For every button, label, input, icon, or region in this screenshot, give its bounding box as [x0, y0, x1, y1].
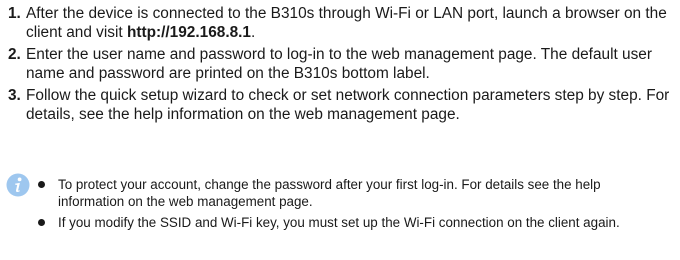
- note-bullets: To protect your account, change the pass…: [38, 177, 668, 237]
- bullet-text: To protect your account, change the pass…: [58, 177, 601, 209]
- step-text: Enter the user name and password to log-…: [26, 46, 652, 82]
- info-icon: [6, 173, 30, 197]
- step-number: 1.: [8, 5, 21, 22]
- step-number: 2.: [8, 46, 21, 63]
- bullet-text: If you modify the SSID and Wi-Fi key, yo…: [58, 215, 620, 230]
- step-list: 1. After the device is connected to the …: [8, 5, 676, 128]
- note-bullet: To protect your account, change the pass…: [38, 177, 668, 210]
- step-text-after-url: .: [251, 23, 256, 41]
- step-3: 3. Follow the quick setup wizard to chec…: [8, 87, 676, 124]
- step-text: After the device is connected to the B31…: [26, 5, 676, 42]
- bullet-dot: [38, 215, 48, 232]
- step-number: 3.: [8, 87, 21, 104]
- bullet-dot: [38, 177, 48, 210]
- step-1: 1. After the device is connected to the …: [8, 5, 676, 42]
- instruction-page: 1. After the device is connected to the …: [0, 0, 680, 260]
- step-text-before-url: After the device is connected to the B31…: [26, 5, 667, 41]
- router-url: http://192.168.8.1: [126, 23, 251, 41]
- step-2: 2. Enter the user name and password to l…: [8, 46, 676, 83]
- step-text: Follow the quick setup wizard to check o…: [26, 87, 670, 123]
- note-bullet: If you modify the SSID and Wi-Fi key, yo…: [38, 215, 668, 232]
